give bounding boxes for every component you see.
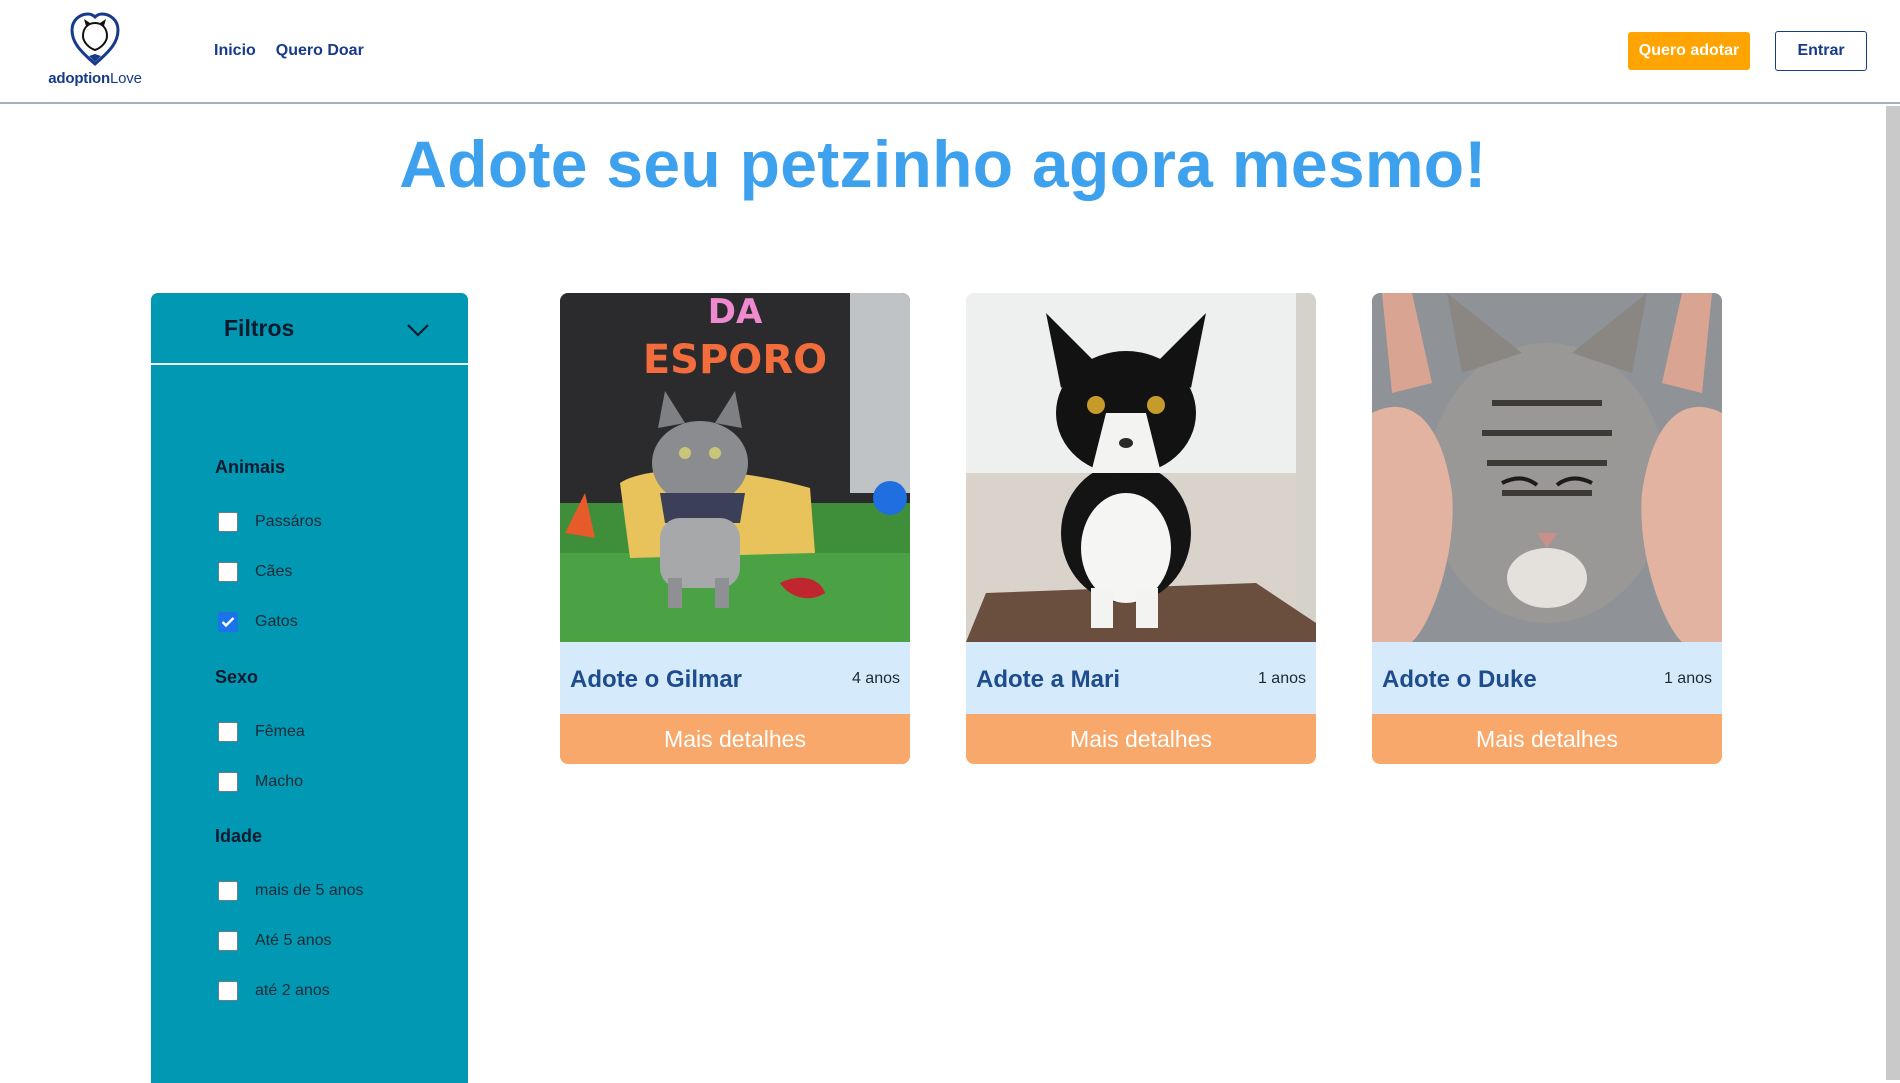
filter-option-ate-2-anos[interactable]: até 2 anos [218,981,330,1001]
mais-detalhes-button[interactable]: Mais detalhes [560,714,910,764]
pet-age: 4 anos [851,670,900,687]
page-scrollbar[interactable] [1886,106,1900,1080]
filter-option-caes[interactable]: Cães [218,562,292,582]
top-header: adoptionLove Inicio Quero Doar Quero ado… [0,0,1900,104]
pet-photo-mari[interactable] [966,293,1316,642]
filter-option-label: Até 5 anos [255,932,332,949]
pet-photo-duke[interactable] [1372,293,1722,642]
checkbox[interactable] [218,881,238,901]
nav-link-quero-doar[interactable]: Quero Doar [276,42,364,60]
filter-option-ate-5-anos[interactable]: Até 5 anos [218,931,332,951]
filter-option-label: Passáros [255,513,322,530]
pet-name: Adote o Gilmar [570,666,743,693]
quero-adotar-button[interactable]: Quero adotar [1628,32,1750,70]
main-nav: Inicio Quero Doar [214,42,364,60]
filter-option-femea[interactable]: Fêmea [218,722,305,742]
pet-heart-logo-icon [70,12,120,66]
checkbox[interactable] [218,931,238,951]
filter-option-label: mais de 5 anos [255,882,364,899]
mais-detalhes-button[interactable]: Mais detalhes [966,714,1316,764]
mais-detalhes-button[interactable]: Mais detalhes [1372,714,1722,764]
filter-option-macho[interactable]: Macho [218,772,303,792]
filter-option-label: Cães [255,563,293,580]
filter-option-label: Gatos [255,613,298,630]
pet-card-info: Adote o Gilmar 4 anos [560,642,910,714]
checkbox[interactable] [218,562,238,582]
pet-photo-gilmar[interactable]: DA ESPORO [560,293,910,642]
filter-option-mais-de-5-anos[interactable]: mais de 5 anos [218,881,364,901]
filter-group-animais: Animais [215,457,286,477]
pet-card-info: Adote a Mari 1 anos [966,642,1316,714]
chevron-down-icon[interactable] [406,323,430,337]
photo-sign-esporo: ESPORO [643,337,827,383]
filter-option-label: Macho [255,773,304,790]
page-title: Adote seu petzinho agora mesmo! [399,127,1487,201]
checkbox-checked[interactable] [218,612,238,632]
filters-title: Filtros [224,315,295,341]
logo-text-light: Love [109,70,142,87]
logo[interactable]: adoptionLove [40,10,150,90]
pet-card-mari[interactable]: Adote a Mari 1 anos Mais detalhes [966,293,1316,764]
pet-name: Adote a Mari [976,666,1121,693]
checkbox[interactable] [218,722,238,742]
pet-card-info: Adote o Duke 1 anos [1372,642,1722,714]
photo-sign-da: DA [708,293,763,332]
filter-option-gatos[interactable]: Gatos [218,612,298,632]
checkmark-icon [221,617,235,628]
filter-option-passaros[interactable]: Passáros [218,512,322,532]
filters-header[interactable]: Filtros [151,293,468,365]
filter-option-label: até 2 anos [255,982,330,999]
logo-text-bold: adoption [48,70,110,87]
pet-card-gilmar[interactable]: DA ESPORO Adote o Gilmar 4 anos Mais det… [560,293,910,764]
filter-group-sexo: Sexo [215,667,259,687]
checkbox[interactable] [218,772,238,792]
nav-link-inicio[interactable]: Inicio [214,42,256,60]
pet-age: 1 anos [1257,670,1306,687]
checkbox[interactable] [218,981,238,1001]
pet-card-duke[interactable]: Adote o Duke 1 anos Mais detalhes [1372,293,1722,764]
checkbox[interactable] [218,512,238,532]
pet-age: 1 anos [1663,670,1712,687]
filters-panel: Filtros Animais Passáros Cães Gatos Sexo… [151,293,468,1083]
entrar-button[interactable]: Entrar [1775,31,1867,71]
filter-group-idade: Idade [215,826,263,846]
pet-name: Adote o Duke [1382,666,1537,693]
filter-option-label: Fêmea [255,723,305,740]
